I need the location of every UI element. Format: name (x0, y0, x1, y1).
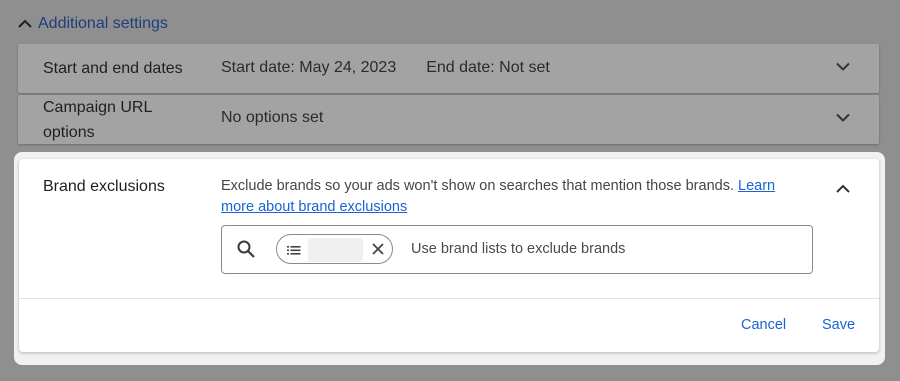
start-end-dates-row[interactable]: Start and end dates Start date: May 24, … (18, 44, 879, 93)
end-date-value: End date: Not set (426, 59, 550, 76)
campaign-url-options-row[interactable]: Campaign URL options No options set (18, 95, 879, 144)
additional-settings-label: Additional settings (38, 15, 168, 32)
cancel-button[interactable]: Cancel (741, 317, 786, 333)
campaign-url-options-title: Campaign URL options (43, 99, 152, 141)
brand-exclusions-description: Exclude brands so your ads won't show on… (221, 176, 811, 218)
brand-exclusions-card: Brand exclusions Exclude brands so your … (19, 159, 879, 352)
campaign-url-options-value: No options set (221, 109, 324, 126)
redacted-chip-label (308, 238, 363, 262)
chevron-up-icon[interactable] (833, 179, 853, 204)
brand-exclusions-title: Brand exclusions (43, 178, 165, 195)
description-text: Exclude brands so your ads won't show on… (221, 178, 734, 194)
search-placeholder: Use brand lists to exclude brands (411, 241, 626, 257)
chevron-down-icon[interactable] (833, 107, 853, 132)
start-end-dates-title: Start and end dates (43, 60, 183, 77)
close-icon[interactable] (371, 242, 385, 261)
chevron-up-icon (16, 15, 34, 33)
save-button[interactable]: Save (822, 317, 855, 333)
brand-list-search-input[interactable]: Use brand lists to exclude brands (221, 225, 813, 274)
card-divider (19, 298, 879, 299)
additional-settings-toggle[interactable]: Additional settings (16, 12, 168, 36)
start-date-value: Start date: May 24, 2023 (221, 59, 397, 76)
list-icon (287, 243, 301, 261)
search-icon (236, 239, 256, 264)
brand-list-chip[interactable] (276, 234, 393, 264)
chevron-down-icon[interactable] (833, 56, 853, 81)
